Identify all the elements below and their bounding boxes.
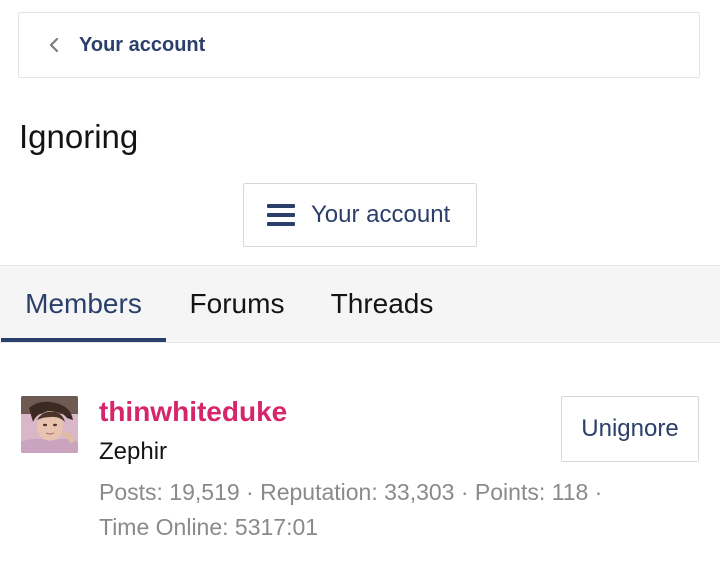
member-stats: Posts: 19,519 · Reputation: 33,303 · Poi… (99, 475, 659, 545)
member-username-link[interactable]: thinwhiteduke (99, 396, 287, 428)
account-menu-button[interactable]: Your account (243, 183, 477, 247)
breadcrumb-link[interactable]: Your account (79, 34, 205, 57)
account-menu-label: Your account (311, 201, 451, 228)
tab-threads[interactable]: Threads (308, 266, 456, 342)
list-item: thinwhiteduke Zephir Posts: 19,519 · Rep… (0, 380, 720, 550)
tab-forums[interactable]: Forums (166, 266, 308, 342)
tab-bar: Members Forums Threads (0, 265, 720, 343)
hamburger-menu-icon (267, 204, 295, 226)
member-stats-line: Posts: 19,519 · Reputation: 33,303 · Poi… (99, 479, 603, 505)
member-user-title: Zephir (99, 438, 168, 465)
chevron-left-icon (45, 36, 63, 54)
tab-members[interactable]: Members (1, 266, 166, 342)
unignore-button[interactable]: Unignore (561, 396, 699, 462)
breadcrumb[interactable]: Your account (18, 12, 700, 78)
avatar[interactable] (21, 396, 78, 453)
member-stats-line: Time Online: 5317:01 (99, 514, 319, 540)
page-title: Ignoring (19, 118, 139, 155)
